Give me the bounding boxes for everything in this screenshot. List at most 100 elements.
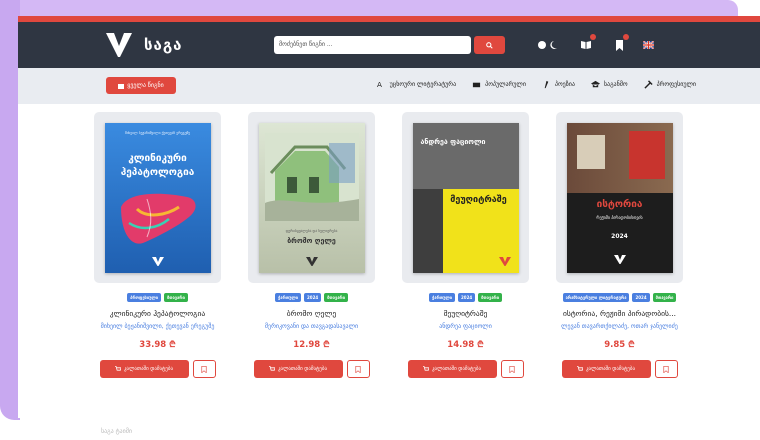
book-price: 14.98 ₾ xyxy=(447,340,484,350)
bookmark-button[interactable] xyxy=(500,360,524,378)
theme-toggle[interactable] xyxy=(536,37,560,53)
book-title[interactable]: მეუღიტრაშე xyxy=(402,309,529,318)
tag-list: არამხატვრული ლიტერატურა 2024 მთავარი xyxy=(556,293,683,302)
notification-dot xyxy=(590,34,596,40)
book-title[interactable]: ბრომო ღელე xyxy=(248,309,375,318)
book-card[interactable]: ისტორია რეჟიმი პირადობისთვის 2024 არამხა… xyxy=(556,112,683,378)
tag-badge[interactable]: 2024 xyxy=(458,293,476,302)
nav-label: პროფესიული xyxy=(656,81,696,88)
bookmark-icon xyxy=(509,365,515,373)
publisher-logo-icon xyxy=(305,256,318,266)
book-card[interactable]: ფერისცვალება და სულიერება ბრომო ღელე ქარ… xyxy=(248,112,375,378)
bookmark-icon xyxy=(201,365,207,373)
bookmark-button[interactable] xyxy=(654,360,678,378)
book-cover-fazioli[interactable]: ანდრეა ფაციოლი მეუღიტრაშე xyxy=(412,122,519,273)
cover-container[interactable]: ისტორია რეჟიმი პირადობისთვის 2024 xyxy=(556,112,683,283)
site-header: საგა მოძებნეთ წიგნი ... xyxy=(18,22,760,68)
nav-label: უცხოური ლიტერატურა xyxy=(389,81,457,88)
nav-item-popular[interactable]: პოპულარული xyxy=(472,80,526,89)
book-author[interactable]: მიხეილ ბეჟანიშვილი, ქეთევან ერეგუშე xyxy=(94,323,221,330)
book-author[interactable]: ლევან თავართქილაძე, ოთარ ჯანელიძე xyxy=(556,323,683,330)
cart-label: კალათაში დამატება xyxy=(278,366,327,372)
add-to-cart-button[interactable]: კალათაში დამატება xyxy=(407,360,497,378)
cover-title: მეუღიტრაშე xyxy=(450,194,507,205)
cover-container[interactable]: მიხეილ ბეჟანიშვილი ქეთევან ერეგუშე კლინი… xyxy=(94,112,221,283)
bookmark-icon xyxy=(663,365,669,373)
cover-title: ბრომო ღელე xyxy=(287,236,336,245)
nav-item-poetry[interactable]: პოეზია xyxy=(542,80,575,89)
cart-label: კალათაში დამატება xyxy=(124,366,173,372)
book-title[interactable]: ისტორია, რეჟიმი პირადობის... xyxy=(556,309,683,318)
cart-icon xyxy=(115,366,121,371)
add-to-cart-button[interactable]: კალათაში დამატება xyxy=(99,360,189,378)
card-actions: კალათაში დამატება xyxy=(556,360,683,378)
screen: საგა მოძებნეთ წიგნი ... ყველა წიგნი A უც… xyxy=(0,0,760,440)
book-cover-history[interactable]: ისტორია რეჟიმი პირადობისთვის 2024 xyxy=(566,122,673,273)
translate-icon: A xyxy=(377,80,382,89)
search-icon xyxy=(486,41,493,49)
card-actions: კალათაში დამატება xyxy=(248,360,375,378)
cart-icon xyxy=(577,366,583,371)
tag-badge[interactable]: 2024 xyxy=(632,293,650,302)
search-input[interactable]: მოძებნეთ წიგნი ... xyxy=(274,36,471,54)
tools-icon xyxy=(643,80,653,89)
tag-badge[interactable]: არამხატვრული ლიტერატურა xyxy=(562,293,630,302)
book-card[interactable]: ანდრეა ფაციოლი მეუღიტრაშე ქართული 2024 მ… xyxy=(402,112,529,378)
tag-badge[interactable]: 2024 xyxy=(304,293,322,302)
nav-label: პოპულარული xyxy=(485,81,526,88)
publisher-logo-icon xyxy=(613,254,626,264)
logo[interactable]: საგა xyxy=(104,31,182,59)
publisher-logo-icon xyxy=(498,256,511,266)
tag-badge[interactable]: პროფესიული xyxy=(127,293,161,302)
background-frame-left xyxy=(0,0,20,420)
house-illustration xyxy=(264,132,359,221)
book-author[interactable]: ანდრეა ფაციოლი xyxy=(402,323,529,330)
publisher-logo-icon xyxy=(151,256,164,266)
cover-year: 2024 xyxy=(611,232,628,240)
add-to-cart-button[interactable]: კალათაში დამატება xyxy=(561,360,651,378)
svg-text:A: A xyxy=(377,80,382,89)
book-author[interactable]: მერიკოვანი და თავგადასავალი xyxy=(248,323,375,330)
all-books-button[interactable]: ყველა წიგნი xyxy=(106,77,176,94)
search-button[interactable] xyxy=(474,36,505,54)
tag-badge[interactable]: მთავარი xyxy=(478,293,502,302)
nav-label: საგანმო xyxy=(603,81,628,88)
cover-title: ისტორია xyxy=(596,198,643,210)
books-icon xyxy=(118,83,125,89)
nav-item-educational[interactable]: საგანმო xyxy=(590,80,628,89)
uk-flag-icon xyxy=(642,41,654,49)
brand-name: საგა xyxy=(144,36,183,54)
cover-author: ანდრეა ფაციოლი xyxy=(420,137,486,146)
graduation-icon xyxy=(590,80,600,88)
book-card[interactable]: მიხეილ ბეჟანიშვილი ქეთევან ერეგუშე კლინი… xyxy=(94,112,221,378)
books-icon xyxy=(473,82,481,88)
book-price: 33.98 ₾ xyxy=(139,340,176,350)
add-to-cart-button[interactable]: კალათაში დამატება xyxy=(253,360,343,378)
tag-badge[interactable]: მთავარი xyxy=(652,293,677,302)
tag-badge[interactable]: მთავარი xyxy=(324,293,348,302)
nav-item-foreign-literature[interactable]: A უცხოური ლიტერატურა xyxy=(377,80,457,89)
tag-badge[interactable]: ქართული xyxy=(429,293,455,302)
bookmark-button[interactable] xyxy=(192,360,216,378)
bookmark-icon xyxy=(355,365,361,373)
library-button[interactable] xyxy=(578,34,596,53)
tag-badge[interactable]: ქართული xyxy=(275,293,301,302)
cover-container[interactable]: ფერისცვალება და სულიერება ბრომო ღელე xyxy=(248,112,375,283)
book-title[interactable]: კლინიკური ჰეპატოლოგია xyxy=(94,309,221,318)
bookmark-button[interactable] xyxy=(346,360,370,378)
language-selector[interactable] xyxy=(640,37,656,53)
pen-icon xyxy=(544,80,549,89)
nav-label: პოეზია xyxy=(554,81,575,88)
cart-label: კალათაში დამატება xyxy=(432,366,481,372)
book-cover-bromo[interactable]: ფერისცვალება და სულიერება ბრომო ღელე xyxy=(258,122,365,273)
cover-title-line2: ჰეპატოლოგია xyxy=(120,166,195,178)
cart-icon xyxy=(269,366,275,371)
tag-badge[interactable]: მთავარი xyxy=(164,293,188,302)
tag-list: ქართული 2024 მთავარი xyxy=(248,293,375,302)
book-cover-hepatology[interactable]: მიხეილ ბეჟანიშვილი ქეთევან ერეგუშე კლინი… xyxy=(104,122,211,273)
cover-container[interactable]: ანდრეა ფაციოლი მეუღიტრაშე xyxy=(402,112,529,283)
nav-item-professional[interactable]: პროფესიული xyxy=(643,80,696,89)
cover-subtitle: ფერისცვალება და სულიერება xyxy=(285,228,338,233)
cover-title-line1: კლინიკური xyxy=(128,152,187,164)
bookmarks-button[interactable] xyxy=(611,34,629,53)
